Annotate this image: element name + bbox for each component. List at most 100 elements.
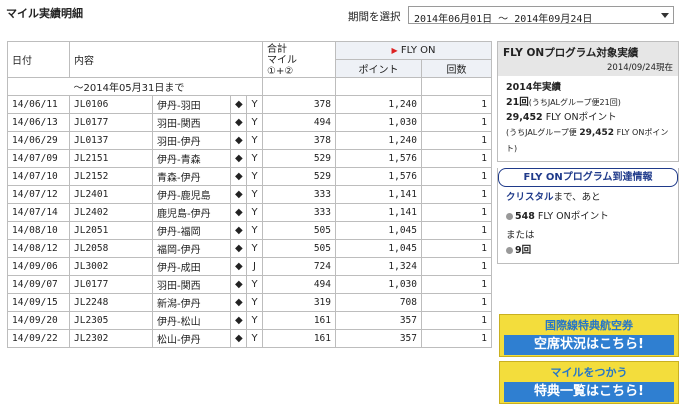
award-list-banner[interactable]: マイルをつかう 特典一覧はこちら! [499, 361, 679, 404]
row-points: 1,030 [335, 113, 422, 132]
row-flight: JL2058 [69, 239, 153, 258]
total-points-unit: FLY ONポイント [542, 112, 617, 123]
row-flight: JL3002 [69, 257, 153, 276]
row-date: 14/09/22 [7, 329, 70, 348]
row-route: 青森-伊丹 [152, 167, 231, 186]
summary-date: 2014/09/24現在 [607, 63, 673, 73]
row-class: Y [246, 113, 263, 132]
flyon-info-button[interactable]: FLY ONプログラム到達情報 [498, 168, 678, 187]
row-date: 14/07/09 [7, 149, 70, 168]
diamond-icon: ◆ [230, 329, 247, 348]
row-count: 1 [420, 329, 493, 348]
diamond-icon: ◆ [230, 311, 247, 330]
row-flight: JL2302 [69, 329, 153, 348]
row-date: 14/06/11 [7, 95, 70, 114]
row-points: 357 [335, 311, 422, 330]
page-title: マイル実績明細 [6, 7, 83, 20]
row-flight: JL2402 [69, 203, 153, 222]
col-flyon: ▶ FLY ON [334, 41, 493, 60]
chevron-down-icon[interactable] [661, 13, 669, 18]
row-count: 1 [420, 149, 493, 168]
row-date: 14/06/29 [7, 131, 70, 150]
mileage-table: 日付 内容 合計 マイル ①+② ▶ FLY ON ポイント 回数 〜2014年… [7, 41, 493, 348]
row-miles: 529 [262, 149, 336, 168]
year-label: 2014年実績 [506, 82, 561, 93]
period-select[interactable]: 2014年06月01日 〜 2014年09月24日 [408, 6, 674, 25]
row-class: Y [246, 95, 263, 114]
row-route: 松山-伊丹 [152, 329, 231, 348]
col-content: 内容 [69, 41, 263, 78]
table-row: 14/09/07 JL0177 羽田-関西 ◆ Y 494 1,030 1 [7, 275, 493, 294]
row-count: 1 [420, 203, 493, 222]
row-date: 14/09/07 [7, 275, 70, 294]
row-miles: 378 [262, 131, 336, 150]
col-date: 日付 [7, 41, 70, 78]
row-points: 708 [335, 293, 422, 312]
row-miles: 378 [262, 95, 336, 114]
table-row: 14/07/12 JL2401 伊丹-鹿児島 ◆ Y 333 1,141 1 [7, 185, 493, 204]
table-row: 14/06/29 JL0137 羽田-伊丹 ◆ Y 378 1,240 1 [7, 131, 493, 150]
row-flight: JL2051 [69, 221, 153, 240]
row-points: 1,240 [335, 95, 422, 114]
remaining-points: 548 [515, 211, 535, 222]
row-class: Y [246, 203, 263, 222]
row-date: 14/08/10 [7, 221, 70, 240]
row-flight: JL2305 [69, 311, 153, 330]
flyon-summary-panel: FLY ONプログラム対象実績 2014/09/24現在 2014年実績 21回… [497, 41, 679, 264]
remaining-points-unit: FLY ONポイント [534, 211, 609, 222]
row-class: Y [246, 221, 263, 240]
row-flight: JL0177 [69, 275, 153, 294]
diamond-icon: ◆ [230, 275, 247, 294]
row-points: 1,240 [335, 131, 422, 150]
row-class: Y [246, 131, 263, 150]
row-date: 14/07/10 [7, 167, 70, 186]
row-class: Y [246, 311, 263, 330]
row-miles: 161 [262, 311, 336, 330]
diamond-icon: ◆ [230, 185, 247, 204]
row-count: 1 [420, 293, 493, 312]
row-route: 伊丹-鹿児島 [152, 185, 231, 204]
row-route: 伊丹-羽田 [152, 95, 231, 114]
dot-icon [506, 247, 513, 254]
diamond-icon: ◆ [230, 293, 247, 312]
row-points: 1,576 [335, 149, 422, 168]
dot-icon [506, 213, 513, 220]
row-count: 1 [420, 257, 493, 276]
diamond-icon: ◆ [230, 113, 247, 132]
row-route: 伊丹-成田 [152, 257, 231, 276]
table-row: 14/07/10 JL2152 青森-伊丹 ◆ Y 529 1,576 1 [7, 167, 493, 186]
row-count: 1 [420, 239, 493, 258]
row-points: 1,576 [335, 167, 422, 186]
crystal-status: クリスタル [506, 192, 554, 203]
row-count: 1 [420, 167, 493, 186]
table-row: 14/07/14 JL2402 鹿児島-伊丹 ◆ Y 333 1,141 1 [7, 203, 493, 222]
row-class: J [246, 257, 263, 276]
row-count: 1 [420, 185, 493, 204]
row-points: 1,045 [335, 239, 422, 258]
row-points: 1,141 [335, 203, 422, 222]
row-points: 357 [335, 329, 422, 348]
col-total-miles: 合計 マイル ①+② [262, 41, 336, 78]
diamond-icon: ◆ [230, 257, 247, 276]
row-route: 伊丹-青森 [152, 149, 231, 168]
row-miles: 724 [262, 257, 336, 276]
row-route: 羽田-関西 [152, 113, 231, 132]
row-route: 鹿児島-伊丹 [152, 203, 231, 222]
col-points: ポイント [335, 59, 422, 78]
row-class: Y [246, 329, 263, 348]
triangle-right-icon: ▶ [391, 46, 398, 55]
award-seat-banner[interactable]: 国際線特典航空券 空席状況はこちら! [499, 314, 679, 357]
period-label: 期間を選択 [348, 11, 401, 23]
row-flight: JL0106 [69, 95, 153, 114]
row-points: 1,045 [335, 221, 422, 240]
row-count: 1 [420, 221, 493, 240]
row-class: Y [246, 149, 263, 168]
row-points: 1,324 [335, 257, 422, 276]
points-note-value: 29,452 [579, 128, 615, 138]
row-date: 14/07/12 [7, 185, 70, 204]
row-flight: JL2152 [69, 167, 153, 186]
row-miles: 333 [262, 203, 336, 222]
table-row: 14/09/20 JL2305 伊丹-松山 ◆ Y 161 357 1 [7, 311, 493, 330]
row-miles: 529 [262, 167, 336, 186]
table-row: 14/09/06 JL3002 伊丹-成田 ◆ J 724 1,324 1 [7, 257, 493, 276]
